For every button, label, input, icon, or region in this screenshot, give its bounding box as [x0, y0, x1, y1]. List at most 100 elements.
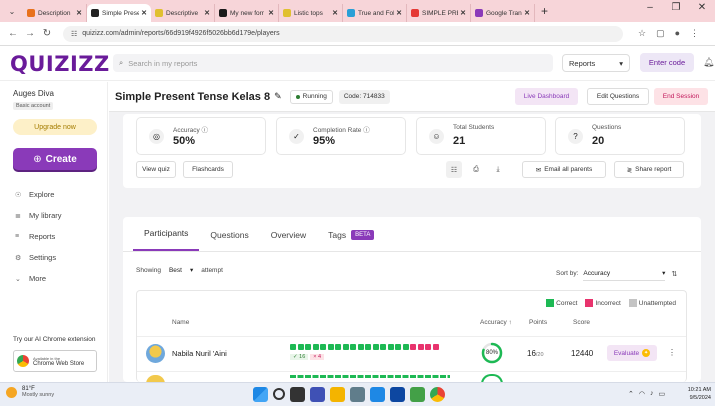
- correct-answer-mark[interactable]: [395, 344, 401, 350]
- battery-icon[interactable]: ▭: [658, 390, 665, 398]
- site-info-icon[interactable]: ☷: [71, 30, 77, 38]
- incorrect-answer-mark[interactable]: [432, 344, 439, 350]
- enter-code-button[interactable]: Enter code: [640, 53, 694, 72]
- reload-icon[interactable]: ↻: [40, 28, 54, 39]
- row-menu-icon[interactable]: ⋮: [668, 348, 676, 357]
- view-quiz-button[interactable]: View quiz: [136, 161, 176, 178]
- forward-icon[interactable]: →: [23, 28, 37, 39]
- correct-answer-mark[interactable]: [365, 344, 371, 350]
- tab-overview[interactable]: Overview: [260, 230, 317, 251]
- search-input[interactable]: ⌕ Search in my reports: [113, 54, 553, 72]
- tab-questions[interactable]: Questions: [199, 230, 259, 251]
- column-accuracy[interactable]: Accuracy ↑: [480, 319, 512, 326]
- attempt-dropdown[interactable]: Best ▾: [165, 266, 197, 275]
- correct-answer-mark[interactable]: [387, 344, 394, 350]
- close-tab-icon[interactable]: ✕: [141, 9, 147, 17]
- reports-dropdown[interactable]: Reports ▾: [562, 54, 630, 72]
- quiz-code[interactable]: Code: 714833: [338, 89, 390, 104]
- clock[interactable]: 10:21 AM 9/5/2024: [688, 386, 711, 402]
- spreadsheet-icon[interactable]: ☷: [446, 161, 462, 178]
- chrome-icon[interactable]: [430, 387, 445, 402]
- email-parents-button[interactable]: ✉ Email all parents: [522, 161, 606, 178]
- maximize-icon[interactable]: ❐: [663, 2, 689, 13]
- start-icon[interactable]: [253, 387, 268, 402]
- incorrect-answer-mark[interactable]: [425, 344, 431, 350]
- tab-search-icon[interactable]: ⌄: [4, 3, 20, 19]
- correct-answer-mark[interactable]: [320, 344, 326, 350]
- volume-icon[interactable]: ♪: [650, 390, 654, 398]
- print-icon[interactable]: ⎙: [468, 161, 484, 178]
- correct-answer-mark[interactable]: [335, 344, 341, 350]
- sidebar-item-explore[interactable]: ☉ Explore: [15, 184, 62, 205]
- correct-answer-mark[interactable]: [350, 344, 356, 350]
- correct-answer-mark[interactable]: [297, 344, 304, 350]
- incorrect-answer-mark[interactable]: [417, 344, 424, 350]
- evaluate-button[interactable]: Evaluate ✦: [607, 345, 657, 361]
- end-session-button[interactable]: End Session: [654, 88, 708, 105]
- browser-tab[interactable]: Descriptive ✕: [151, 4, 215, 22]
- download-icon[interactable]: ⤓: [490, 161, 506, 178]
- flashcards-button[interactable]: Flashcards: [183, 161, 233, 178]
- browser-tab[interactable]: Google Tran ✕: [471, 4, 535, 22]
- new-tab-button[interactable]: +: [541, 4, 548, 18]
- table-row[interactable]: Nabila Nuril 'Aini ✓ 16 × 4 80% 16/20 12…: [137, 336, 686, 370]
- url-field[interactable]: ☷ quizizz.com/admin/reports/66d919f4926f…: [63, 25, 623, 42]
- wifi-icon[interactable]: ◠: [639, 390, 645, 398]
- correct-answer-mark[interactable]: [380, 344, 386, 350]
- close-tab-icon[interactable]: ✕: [524, 9, 530, 17]
- extensions-icon[interactable]: ▢: [656, 28, 665, 39]
- profile-icon[interactable]: ●: [675, 28, 680, 39]
- correct-answer-mark[interactable]: [305, 344, 311, 350]
- browser-tab[interactable]: Description ✕: [23, 4, 87, 22]
- browser-tab[interactable]: Listic tops ✕: [279, 4, 343, 22]
- sort-dropdown[interactable]: Accuracy ▾: [583, 266, 666, 281]
- correct-answer-mark[interactable]: [290, 344, 296, 350]
- close-tab-icon[interactable]: ✕: [76, 9, 82, 17]
- chrome-web-store-badge[interactable]: Available in the Chrome Web Store: [13, 350, 97, 372]
- browser-menu-icon[interactable]: ⋮: [690, 28, 699, 39]
- correct-answer-mark[interactable]: [372, 344, 379, 350]
- upgrade-button[interactable]: Upgrade now: [13, 119, 97, 135]
- task-view-icon[interactable]: [290, 387, 305, 402]
- minimize-icon[interactable]: –: [637, 2, 663, 13]
- live-dashboard-button[interactable]: Live Dashboard: [515, 88, 578, 105]
- share-report-button[interactable]: ≷ Share report: [614, 161, 684, 178]
- close-tab-icon[interactable]: ✕: [396, 9, 402, 17]
- close-tab-icon[interactable]: ✕: [460, 9, 466, 17]
- sidebar-item-reports[interactable]: ≡ Reports: [15, 226, 62, 247]
- chevron-up-icon[interactable]: ⌃: [628, 390, 634, 398]
- quizizz-logo[interactable]: QUIZIZZ: [10, 52, 110, 76]
- close-tab-icon[interactable]: ✕: [204, 9, 210, 17]
- correct-answer-mark[interactable]: [402, 344, 409, 350]
- sidebar-item-my-library[interactable]: ≣ My library: [15, 205, 62, 226]
- browser-tab[interactable]: SIMPLE PRE ✕: [407, 4, 471, 22]
- notification-bell-icon[interactable]: 🔔︎: [703, 57, 714, 68]
- bookmark-star-icon[interactable]: ☆: [638, 28, 646, 39]
- search-icon[interactable]: [273, 388, 285, 400]
- correct-answer-mark[interactable]: [357, 344, 364, 350]
- back-icon[interactable]: ←: [6, 28, 20, 39]
- incorrect-answer-mark[interactable]: [410, 344, 416, 350]
- browser-tab[interactable]: Simple Prese ✕: [87, 4, 151, 22]
- weather-widget[interactable]: 81°F Mostly sunny: [6, 386, 54, 398]
- close-window-icon[interactable]: ✕: [689, 2, 715, 13]
- store-icon[interactable]: [350, 387, 365, 402]
- close-tab-icon[interactable]: ✕: [332, 9, 338, 17]
- browser-tab[interactable]: My new forr ✕: [215, 4, 279, 22]
- browser-tab[interactable]: True and Fol ✕: [343, 4, 407, 22]
- correct-answer-mark[interactable]: [327, 344, 334, 350]
- edge-icon[interactable]: [370, 387, 385, 402]
- close-tab-icon[interactable]: ✕: [268, 9, 274, 17]
- correct-answer-mark[interactable]: [312, 344, 319, 350]
- spotify-icon[interactable]: [410, 387, 425, 402]
- meet-icon[interactable]: [310, 387, 325, 402]
- correct-answer-mark[interactable]: [342, 344, 349, 350]
- create-button[interactable]: ⊕ Create: [13, 148, 97, 170]
- sidebar-item-settings[interactable]: ⚙ Settings: [15, 247, 62, 268]
- file-explorer-icon[interactable]: [330, 387, 345, 402]
- edit-title-icon[interactable]: ✎: [274, 91, 282, 102]
- tab-participants[interactable]: Participants: [133, 228, 200, 251]
- sort-direction-icon[interactable]: ⇅: [671, 270, 677, 278]
- edit-questions-button[interactable]: Edit Questions: [587, 88, 649, 105]
- word-icon[interactable]: [390, 387, 405, 402]
